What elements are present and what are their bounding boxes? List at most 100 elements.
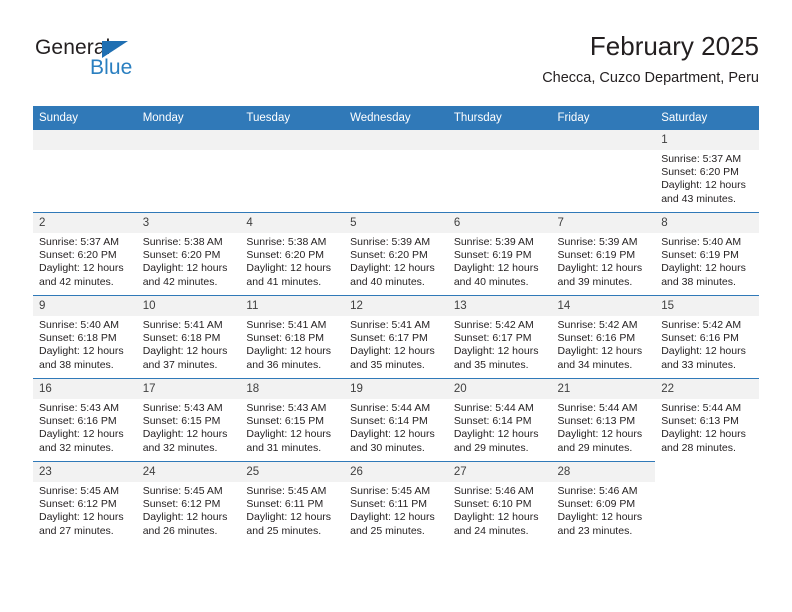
weekday-header-saturday: Saturday: [655, 106, 759, 130]
sunrise-text: Sunrise: 5:41 AM: [350, 319, 431, 331]
day-number: 15: [655, 296, 759, 316]
sunrise-text: Sunrise: 5:42 AM: [661, 319, 742, 331]
calendar-cell-day-23[interactable]: 23 Sunrise: 5:45 AM Sunset: 6:12 PM Dayligh…: [33, 461, 137, 544]
daylight-text: Daylight: 12 hours and 43 minutes.: [661, 179, 746, 205]
day-number-placeholder: [240, 130, 345, 150]
calendar-cell-day-25[interactable]: 25 Sunrise: 5:45 AM Sunset: 6:11 PM Dayligh…: [240, 461, 345, 544]
day-details: Sunrise: 5:45 AM Sunset: 6:12 PM Daylight:…: [137, 482, 241, 538]
general-blue-logo[interactable]: General Blue: [33, 36, 233, 92]
day-number-placeholder: [551, 130, 656, 150]
daylight-text: Daylight: 12 hours and 41 minutes.: [246, 262, 332, 288]
sunset-text: Sunset: 6:20 PM: [246, 249, 325, 262]
calendar-cell-day-21[interactable]: 21 Sunrise: 5:44 AM Sunset: 6:13 PM Dayligh…: [551, 378, 656, 462]
calendar-cell-day-26[interactable]: 26 Sunrise: 5:45 AM Sunset: 6:11 PM Dayligh…: [344, 461, 448, 544]
calendar-cell-day-9[interactable]: 9 Sunrise: 5:40 AM Sunset: 6:18 PM Daylight…: [33, 295, 137, 379]
day-details: Sunrise: 5:44 AM Sunset: 6:13 PM Daylight:…: [552, 399, 656, 455]
sunset-text: Sunset: 6:16 PM: [661, 332, 739, 345]
calendar-cell-day-18[interactable]: 18 Sunrise: 5:43 AM Sunset: 6:15 PM Dayligh…: [240, 378, 345, 462]
page-title: February 2025: [589, 31, 759, 61]
day-details: Sunrise: 5:46 AM Sunset: 6:09 PM Daylight:…: [552, 482, 656, 538]
day-number: 25: [240, 462, 345, 482]
day-number: 1: [655, 130, 759, 150]
calendar-cell-day-15[interactable]: 15 Sunrise: 5:42 AM Sunset: 6:16 PM Dayligh…: [655, 295, 759, 379]
calendar-cell-day-22[interactable]: 22 Sunrise: 5:44 AM Sunset: 6:13 PM Dayligh…: [655, 378, 759, 462]
day-details: Sunrise: 5:40 AM Sunset: 6:18 PM Daylight:…: [33, 316, 137, 372]
sunset-text: Sunset: 6:11 PM: [350, 498, 427, 511]
daylight-text: Daylight: 12 hours and 42 minutes.: [142, 262, 228, 288]
sunset-text: Sunset: 6:14 PM: [453, 415, 532, 428]
day-number: 11: [240, 296, 345, 316]
daylight-text: Daylight: 12 hours and 40 minutes.: [453, 262, 539, 288]
sunrise-text: Sunrise: 5:39 AM: [350, 236, 431, 248]
calendar-cell-day-13[interactable]: 13 Sunrise: 5:42 AM Sunset: 6:17 PM Dayligh…: [447, 295, 552, 379]
daylight-text: Daylight: 12 hours and 42 minutes.: [39, 262, 124, 288]
day-details: Sunrise: 5:37 AM Sunset: 6:20 PM Daylight:…: [33, 233, 137, 289]
calendar-cell-day-28[interactable]: 28 Sunrise: 5:46 AM Sunset: 6:09 PM Dayligh…: [551, 461, 656, 544]
daylight-text: Daylight: 12 hours and 30 minutes.: [350, 428, 435, 454]
daylight-text: Daylight: 12 hours and 34 minutes.: [557, 345, 643, 371]
calendar-cell-day-17[interactable]: 17 Sunrise: 5:43 AM Sunset: 6:15 PM Dayligh…: [136, 378, 241, 462]
sunset-text: Sunset: 6:15 PM: [142, 415, 221, 428]
day-number: 9: [33, 296, 137, 316]
calendar-cell-day-16[interactable]: 16 Sunrise: 5:43 AM Sunset: 6:16 PM Dayligh…: [33, 378, 137, 462]
calendar-cell-day-2[interactable]: 2 Sunrise: 5:37 AM Sunset: 6:20 PM Daylight…: [33, 212, 137, 296]
day-number-placeholder: [136, 130, 241, 150]
calendar-week-row: 16 Sunrise: 5:43 AM Sunset: 6:16 PM Dayligh…: [33, 378, 759, 462]
day-details: Sunrise: 5:39 AM Sunset: 6:20 PM Daylight:…: [344, 233, 448, 289]
daylight-text: Daylight: 12 hours and 29 minutes.: [557, 428, 643, 454]
day-details: Sunrise: 5:42 AM Sunset: 6:17 PM Daylight:…: [448, 316, 552, 372]
day-number: 14: [551, 296, 656, 316]
day-number-placeholder: [344, 130, 448, 150]
calendar-cell-day-27[interactable]: 27 Sunrise: 5:46 AM Sunset: 6:10 PM Dayligh…: [447, 461, 552, 544]
calendar-cell-day-4[interactable]: 4 Sunrise: 5:38 AM Sunset: 6:20 PM Daylight…: [240, 212, 345, 296]
day-number: 17: [136, 379, 241, 399]
day-number: 4: [240, 213, 345, 233]
day-details: Sunrise: 5:41 AM Sunset: 6:18 PM Daylight:…: [137, 316, 241, 372]
calendar-cell-day-11[interactable]: 11 Sunrise: 5:41 AM Sunset: 6:18 PM Dayligh…: [240, 295, 345, 379]
day-details: Sunrise: 5:46 AM Sunset: 6:10 PM Daylight:…: [448, 482, 552, 538]
day-details: Sunrise: 5:43 AM Sunset: 6:15 PM Daylight:…: [240, 399, 344, 455]
daylight-text: Daylight: 12 hours and 36 minutes.: [246, 345, 332, 371]
calendar-cell-day-19[interactable]: 19 Sunrise: 5:44 AM Sunset: 6:14 PM Dayligh…: [344, 378, 448, 462]
sunrise-text: Sunrise: 5:37 AM: [661, 153, 742, 165]
calendar-cell-day-5[interactable]: 5 Sunrise: 5:39 AM Sunset: 6:20 PM Daylight…: [344, 212, 448, 296]
sunrise-text: Sunrise: 5:43 AM: [246, 402, 327, 414]
calendar-cell-day-3[interactable]: 3 Sunrise: 5:38 AM Sunset: 6:20 PM Daylight…: [136, 212, 241, 296]
calendar-cell-day-12[interactable]: 12 Sunrise: 5:41 AM Sunset: 6:17 PM Dayligh…: [344, 295, 448, 379]
day-details: Sunrise: 5:38 AM Sunset: 6:20 PM Daylight:…: [137, 233, 241, 289]
calendar-cell-day-6[interactable]: 6 Sunrise: 5:39 AM Sunset: 6:19 PM Daylight…: [447, 212, 552, 296]
sunset-text: Sunset: 6:09 PM: [557, 498, 636, 511]
calendar-cell-day-10[interactable]: 10 Sunrise: 5:41 AM Sunset: 6:18 PM Dayligh…: [136, 295, 241, 379]
weekday-header-tuesday: Tuesday: [240, 106, 345, 130]
calendar-cell-day-1[interactable]: 1 Sunrise: 5:37 AM Sunset: 6:20 PM Daylight…: [655, 130, 759, 213]
calendar-header-row: Sunday Monday Tuesday Wednesday Thursday Frid…: [33, 106, 759, 130]
calendar-cell-day-14[interactable]: 14 Sunrise: 5:42 AM Sunset: 6:16 PM Dayligh…: [551, 295, 656, 379]
day-number: 21: [551, 379, 656, 399]
sunrise-text: Sunrise: 5:45 AM: [246, 485, 327, 497]
sunrise-text: Sunrise: 5:44 AM: [453, 402, 534, 414]
daylight-text: Daylight: 12 hours and 39 minutes.: [557, 262, 643, 288]
day-number: 23: [33, 462, 137, 482]
day-number: 28: [551, 462, 656, 482]
calendar-cell-day-8[interactable]: 8 Sunrise: 5:40 AM Sunset: 6:19 PM Daylight…: [655, 212, 759, 296]
sunrise-text: Sunrise: 5:38 AM: [142, 236, 223, 248]
day-number: 5: [344, 213, 448, 233]
day-number: 18: [240, 379, 345, 399]
sunset-text: Sunset: 6:10 PM: [453, 498, 532, 511]
day-number: 27: [447, 462, 552, 482]
calendar-cell-day-20[interactable]: 20 Sunrise: 5:44 AM Sunset: 6:14 PM Dayligh…: [447, 378, 552, 462]
daylight-text: Daylight: 12 hours and 33 minutes.: [661, 345, 746, 371]
calendar-cell-empty: [655, 461, 759, 544]
day-details: Sunrise: 5:39 AM Sunset: 6:19 PM Daylight:…: [448, 233, 552, 289]
sunrise-text: Sunrise: 5:40 AM: [661, 236, 742, 248]
calendar-cell-day-7[interactable]: 7 Sunrise: 5:39 AM Sunset: 6:19 PM Daylight…: [551, 212, 656, 296]
day-details: Sunrise: 5:37 AM Sunset: 6:20 PM Daylight:…: [655, 150, 759, 206]
sunrise-text: Sunrise: 5:39 AM: [557, 236, 638, 248]
sunrise-text: Sunrise: 5:37 AM: [39, 236, 119, 248]
daylight-text: Daylight: 12 hours and 25 minutes.: [246, 511, 332, 537]
day-number: 7: [551, 213, 656, 233]
day-number: 12: [344, 296, 448, 316]
calendar-cell-empty: [33, 130, 137, 213]
day-details: Sunrise: 5:45 AM Sunset: 6:11 PM Daylight:…: [344, 482, 448, 538]
calendar-cell-day-24[interactable]: 24 Sunrise: 5:45 AM Sunset: 6:12 PM Dayligh…: [136, 461, 241, 544]
